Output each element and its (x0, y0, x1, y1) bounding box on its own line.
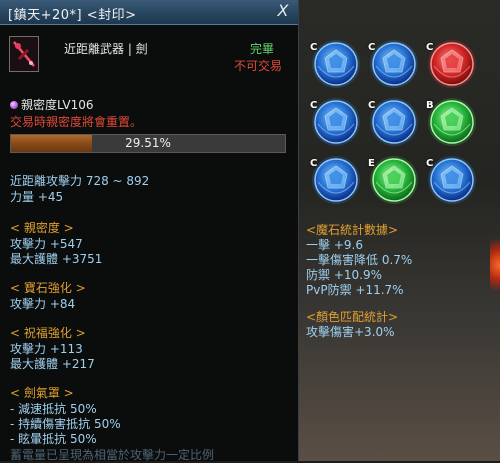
item-status-untradeable: 不可交易 (234, 59, 283, 73)
section-gem-header: < 寶石強化 > (10, 281, 86, 295)
magic-stone-grade: B (426, 100, 434, 111)
intimacy-progress-text: 29.51% (125, 136, 171, 150)
section-sword-aura-line: - 眩暈抵抗 50% (10, 432, 97, 446)
magic-stone-grid: C C C C C B C E C (308, 36, 488, 216)
intimacy-warning: 交易時親密度將會重置。 (10, 115, 143, 129)
tooltip-titlebar: [鎮天+20*] <封印> X (0, 0, 298, 25)
magic-stone-blue-icon[interactable]: C (424, 152, 480, 208)
intimacy-progress-bar: 29.51% (10, 134, 286, 153)
base-stat-strength: 力量 +45 (10, 190, 64, 204)
magic-stone-grade: C (426, 42, 434, 53)
item-title: [鎮天+20*] <封印> (8, 8, 137, 23)
section-sword-aura-header: < 劍氣罩 > (10, 386, 74, 400)
magic-stone-blue-icon[interactable]: C (366, 36, 422, 92)
magic-stone-blue-icon[interactable]: C (308, 36, 364, 92)
magic-stone-grade: C (310, 158, 318, 169)
color-match-line: 攻擊傷害+3.0% (306, 325, 395, 339)
sword-weapon-icon (9, 36, 39, 72)
magic-stone-grade: E (368, 158, 375, 169)
section-blessing-header: < 祝福強化 > (10, 326, 86, 340)
intimacy-orb-icon (10, 100, 18, 109)
item-type: 近距離武器 | 劍 (64, 42, 148, 56)
magic-stone-red-icon[interactable]: C (424, 36, 480, 92)
magic-stone-grade: C (368, 100, 376, 111)
magic-stone-grade: C (310, 100, 318, 111)
section-intimacy-line: 最大護體 +3751 (10, 252, 103, 266)
background-ember (490, 230, 500, 300)
magic-stone-green-icon[interactable]: E (366, 152, 422, 208)
bottom-partial-text: 蓄電量已呈現為相當於攻擊力一定比例 (10, 448, 215, 462)
magic-stone-blue-icon[interactable]: C (308, 152, 364, 208)
magic-stone-line: PvP防禦 +11.7% (306, 283, 404, 297)
magic-stone-blue-icon[interactable]: C (308, 94, 364, 150)
intimacy-level-label: 親密度LV106 (21, 98, 94, 112)
section-intimacy-header: < 親密度 > (10, 221, 74, 235)
section-blessing-line: 最大護體 +217 (10, 357, 95, 371)
magic-stone-grade: C (310, 42, 318, 53)
magic-stone-blue-icon[interactable]: C (366, 94, 422, 150)
section-gem-line: 攻擊力 +84 (10, 297, 76, 311)
base-stat-attack: 近距離攻擊力 728 ~ 892 (10, 174, 150, 188)
item-status-complete: 完畢 (250, 42, 275, 56)
close-button[interactable]: X (274, 2, 292, 20)
magic-stone-grade: C (426, 158, 434, 169)
intimacy-level: 親密度LV106 (10, 96, 93, 113)
item-tooltip: [鎮天+20*] <封印> X 近距離武器 | 劍 完畢 不可交易 親密度LV1… (0, 0, 299, 462)
magic-stone-green-icon[interactable]: B (424, 94, 480, 150)
magic-stone-grade: C (368, 42, 376, 53)
